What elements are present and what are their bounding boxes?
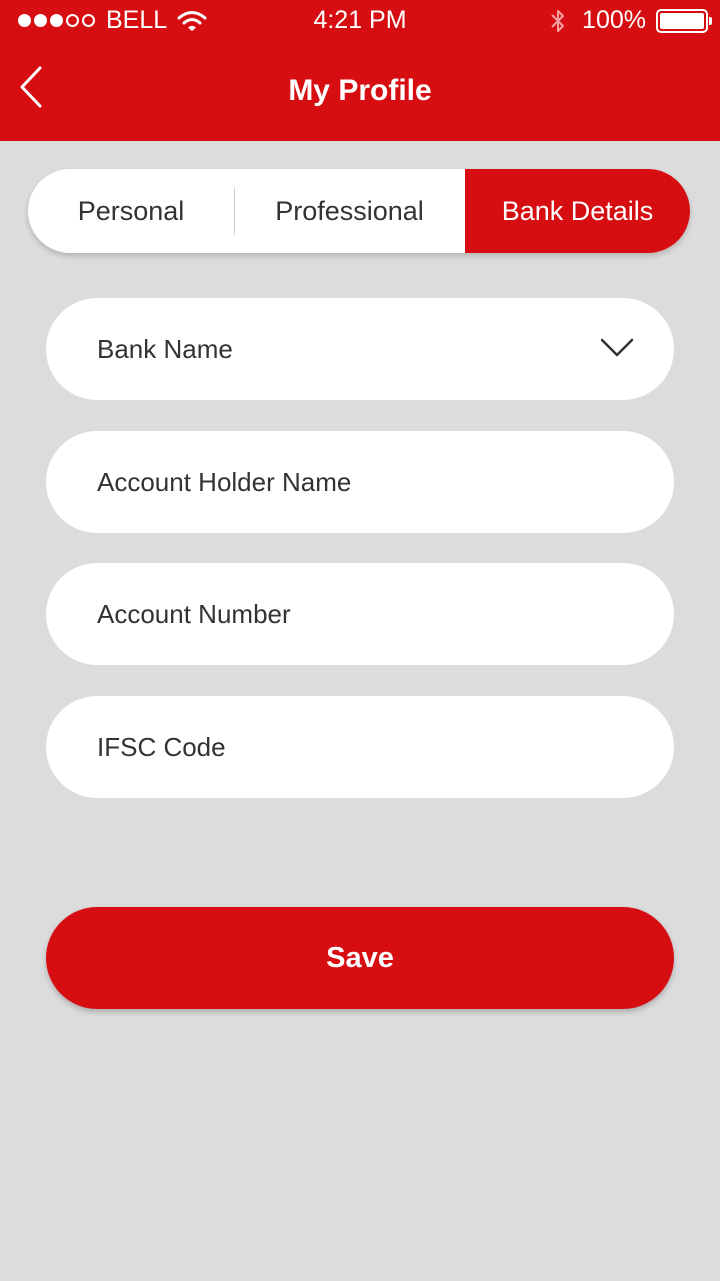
status-bar: BELL 4:21 PM 100% [0,0,720,42]
account-number-field[interactable]: Account Number [46,563,674,665]
tab-divider [234,187,235,235]
battery-icon [656,8,712,33]
app-header: BELL 4:21 PM 100% My Profile [0,0,720,141]
account-holder-name-field[interactable]: Account Holder Name [46,431,674,533]
battery-percent: 100% [582,6,646,34]
bank-name-label: Bank Name [97,333,233,364]
tab-personal[interactable]: Personal [28,169,234,253]
bluetooth-icon [551,9,565,32]
nav-bar: My Profile [0,42,720,141]
tab-bank-details[interactable]: Bank Details [465,169,690,253]
ifsc-code-field[interactable]: IFSC Code [46,696,674,798]
profile-tabs: Personal Professional Bank Details [28,169,690,253]
account-number-placeholder: Account Number [97,598,291,629]
account-holder-name-placeholder: Account Holder Name [97,466,352,497]
chevron-down-icon[interactable] [600,338,634,358]
page-title: My Profile [288,74,432,107]
tab-professional[interactable]: Professional [234,169,465,253]
save-button[interactable]: Save [46,907,674,1009]
battery-group: 100% [548,6,712,35]
bank-name-select[interactable]: Bank Name [46,298,674,400]
ifsc-code-placeholder: IFSC Code [97,731,226,762]
